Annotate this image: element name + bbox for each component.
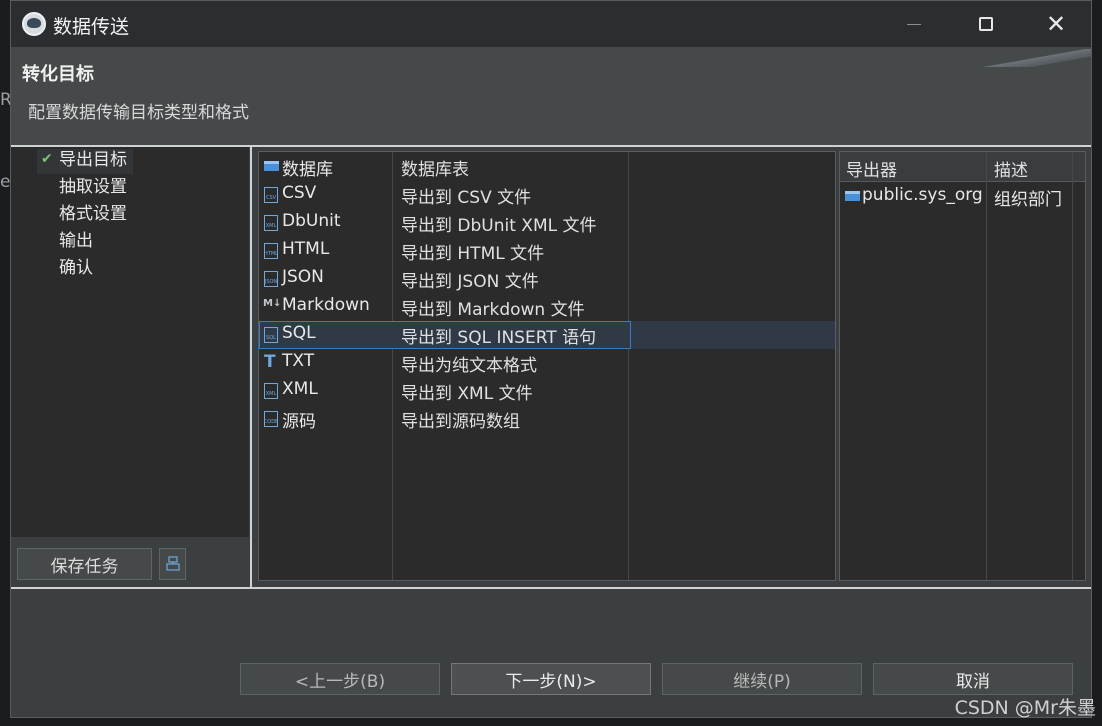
exporter-description: 导出到 JSON 文件 (401, 272, 539, 292)
cancel-button[interactable]: 取消 (873, 663, 1073, 695)
exporter-name: Markdown (282, 295, 370, 315)
table-row[interactable]: public.sys_org 组织部门 (840, 183, 1085, 211)
markdown-icon: M↓ (263, 298, 282, 309)
page-subtitle: 配置数据传输目标类型和格式 (28, 103, 249, 123)
exporter-table[interactable]: 导出器 描述 public.sys_org 组织部门 (839, 151, 1086, 581)
app-logo-icon (22, 12, 46, 36)
list-item[interactable]: XML DbUnit 导出到 DbUnit XML 文件 (259, 209, 835, 237)
wizard-header: 转化目标 配置数据传输目标类型和格式 (11, 47, 1091, 147)
background-text-fragment: e (0, 172, 11, 192)
nav-item-format-settings[interactable]: 格式设置 (59, 202, 127, 226)
continue-button[interactable]: 继续(P) (662, 663, 862, 695)
table-cell: public.sys_org (862, 185, 983, 205)
exporter-name: HTML (282, 239, 330, 259)
exporter-description: 导出为纯文本格式 (401, 356, 537, 376)
table-header: 导出器 描述 (840, 152, 1085, 182)
data-transfer-dialog: 数据传送 ✕ 转化目标 配置数据传输目标类型和格式 ✔ 导出目标 抽取设置 格式… (10, 0, 1092, 718)
list-item[interactable]: CSV CSV 导出到 CSV 文件 (259, 181, 835, 209)
exporter-name: JSON (282, 267, 324, 287)
minimize-button[interactable] (879, 1, 949, 47)
list-item[interactable]: JSON JSON 导出到 JSON 文件 (259, 265, 835, 293)
exporter-name: SQL (282, 323, 316, 343)
nav-item-confirm[interactable]: 确认 (59, 256, 93, 280)
maximize-button[interactable] (951, 1, 1021, 47)
wizard-steps-pane (11, 147, 249, 537)
list-item[interactable]: CODE 源码 导出到源码数组 (259, 405, 835, 433)
list-item-selected[interactable]: SQL SQL 导出到 SQL INSERT 语句 (259, 321, 835, 349)
save-task-icon-button[interactable] (159, 548, 186, 580)
nav-item-output[interactable]: 输出 (59, 229, 93, 253)
maximize-icon (979, 17, 993, 31)
xml-file-icon: XML (264, 215, 278, 231)
list-item[interactable]: M↓ Markdown 导出到 Markdown 文件 (259, 293, 835, 321)
minimize-icon (907, 23, 921, 25)
close-button[interactable]: ✕ (1021, 1, 1091, 47)
list-item[interactable]: XML XML 导出到 XML 文件 (259, 377, 835, 405)
column-header-exporter[interactable]: 导出器 (846, 156, 897, 181)
watermark: CSDN @Mr朱墨 (954, 697, 1096, 719)
save-task-button[interactable]: 保存任务 (17, 548, 152, 580)
exporter-description: 导出到 CSV 文件 (401, 188, 532, 208)
header-decoration (951, 49, 1091, 67)
exporter-name: DbUnit (282, 211, 341, 231)
tasks-icon (165, 556, 180, 571)
exporter-description: 导出到 XML 文件 (401, 384, 533, 404)
html-file-icon: HTML (264, 243, 278, 259)
list-item[interactable]: 数据库 数据库表 (259, 153, 835, 181)
exporter-name: XML (282, 379, 318, 399)
exporter-description: 数据库表 (401, 160, 469, 180)
exporter-name: TXT (282, 351, 315, 371)
code-file-icon: CODE (264, 411, 278, 427)
column-divider (1072, 152, 1073, 580)
page-title: 转化目标 (22, 64, 94, 85)
exporter-description: 导出到 Markdown 文件 (401, 300, 585, 320)
database-icon (264, 161, 279, 171)
check-icon: ✔ (41, 151, 53, 167)
exporter-description: 导出到 HTML 文件 (401, 244, 545, 264)
table-cell: 组织部门 (994, 190, 1062, 210)
exporter-description: 导出到源码数组 (401, 412, 520, 432)
exporter-name: 源码 (282, 412, 316, 432)
close-icon: ✕ (1045, 10, 1067, 38)
text-icon: T (264, 352, 276, 372)
exporter-type-list[interactable]: 数据库 数据库表 CSV CSV 导出到 CSV 文件 XML DbUnit 导… (258, 151, 836, 581)
exporter-name: 数据库 (282, 160, 333, 180)
back-button[interactable]: <上一步(B) (240, 663, 440, 695)
sql-file-icon: SQL (264, 327, 278, 343)
window-title: 数据传送 (53, 16, 130, 38)
exporter-name: CSV (282, 183, 317, 203)
exporter-description: 导出到 DbUnit XML 文件 (401, 216, 597, 236)
exporter-description: 导出到 SQL INSERT 语句 (401, 328, 597, 348)
column-header-description[interactable]: 描述 (994, 156, 1028, 181)
csv-file-icon: CSV (264, 187, 278, 203)
table-icon (845, 191, 860, 201)
list-item[interactable]: T TXT 导出为纯文本格式 (259, 349, 835, 377)
nav-item-extract-settings[interactable]: 抽取设置 (59, 175, 127, 199)
nav-item-export-target[interactable]: 导出目标 (59, 148, 127, 172)
title-bar: 数据传送 ✕ (11, 1, 1091, 47)
pane-divider (250, 147, 252, 587)
next-button[interactable]: 下一步(N)> (451, 663, 651, 695)
footer-divider (11, 587, 1091, 589)
xml-file-icon: XML (264, 383, 278, 399)
list-item[interactable]: HTML HTML 导出到 HTML 文件 (259, 237, 835, 265)
column-divider (986, 152, 987, 580)
json-file-icon: JSON (264, 271, 278, 287)
